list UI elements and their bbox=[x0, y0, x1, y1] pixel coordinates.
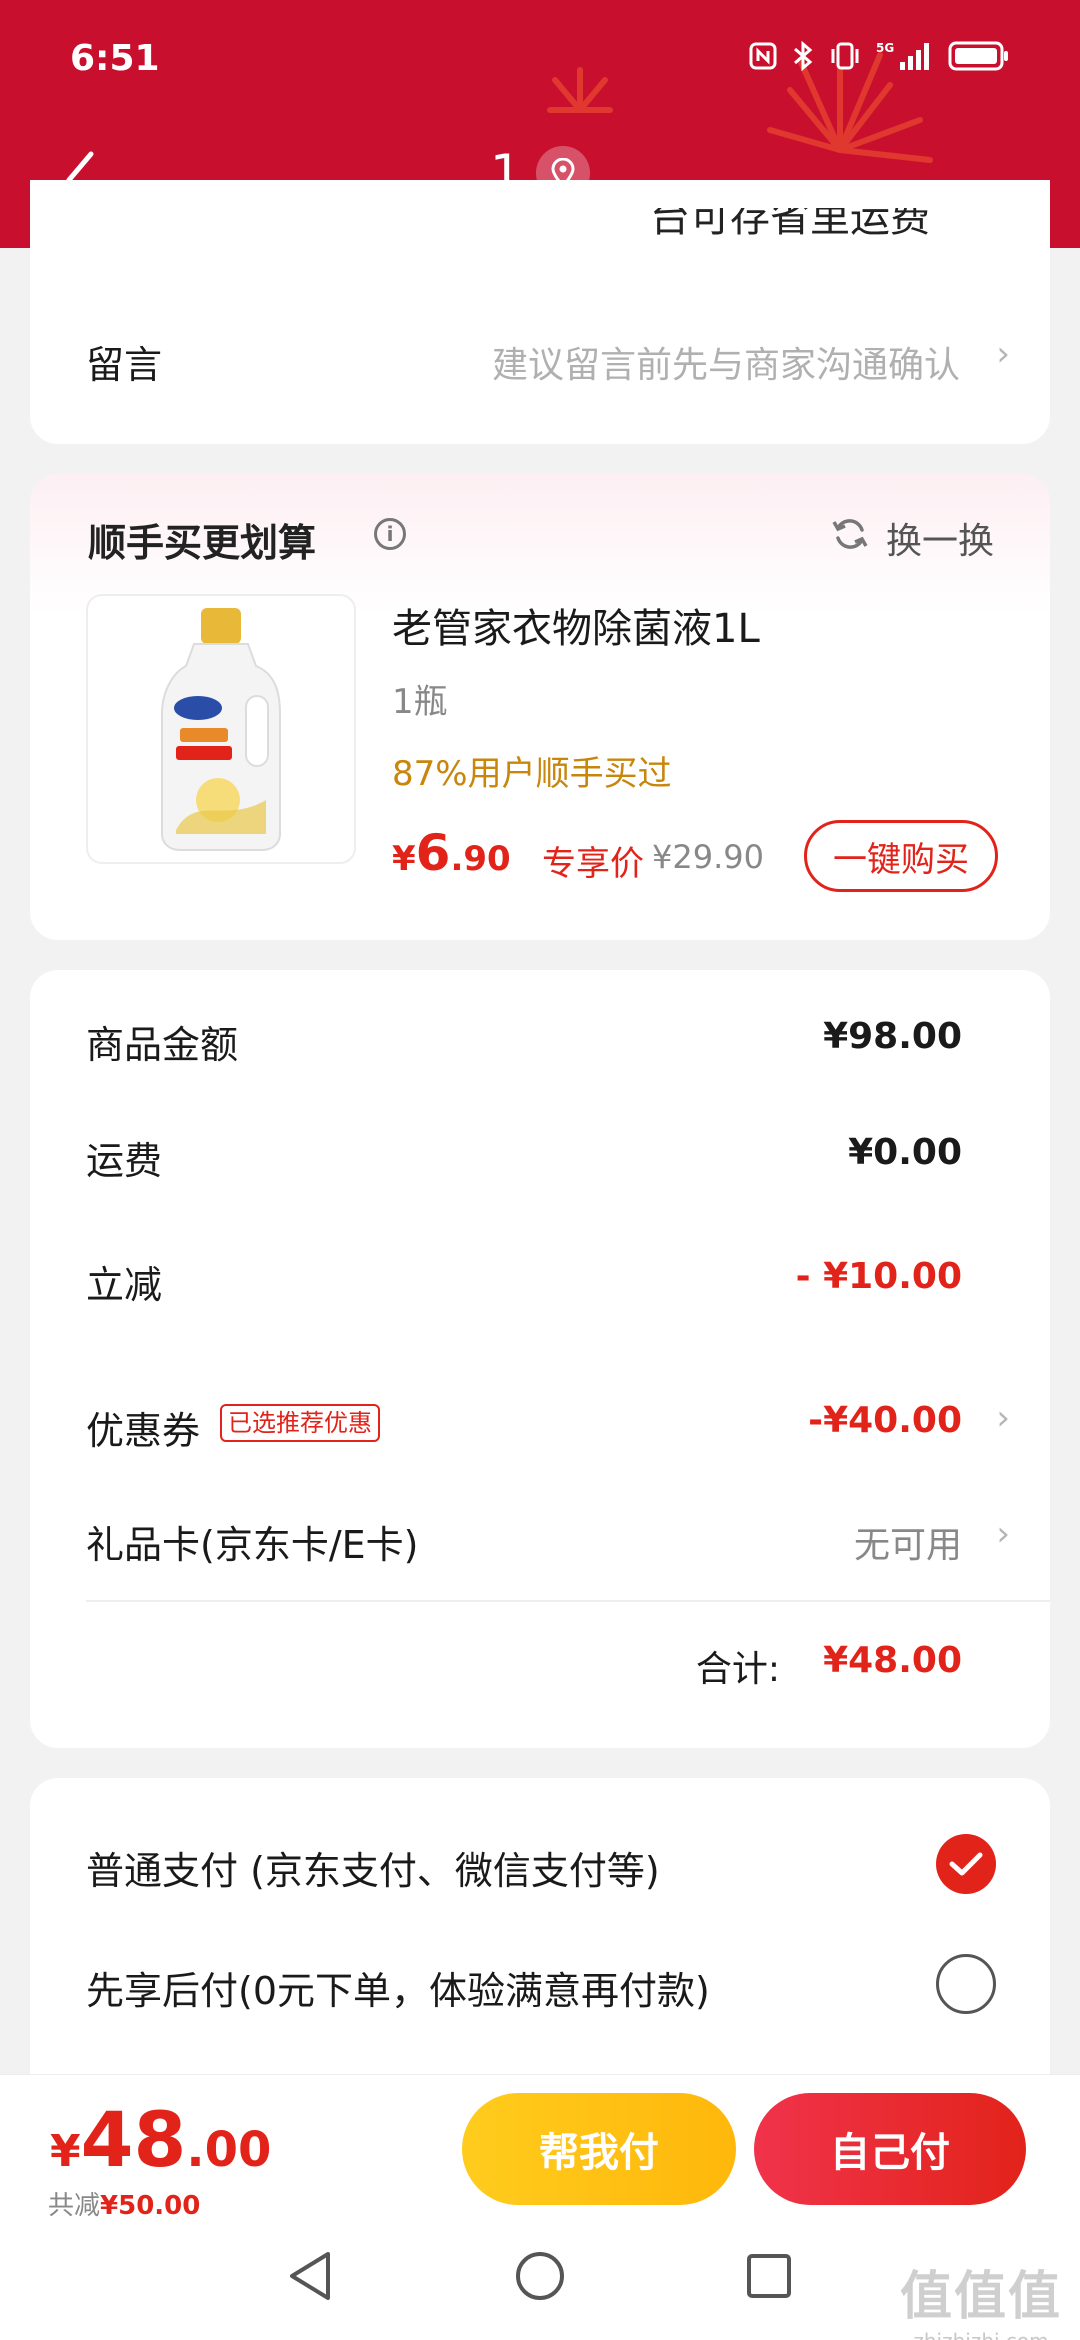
summary-divider bbox=[86, 1600, 1050, 1602]
watermark-url: zhizhizhi.com bbox=[900, 2329, 1062, 2340]
bottom-total-price: ¥48.00 bbox=[50, 2095, 271, 2184]
product-image[interactable] bbox=[86, 594, 356, 864]
giftcard-chevron-icon: › bbox=[996, 1514, 1010, 1554]
pay-myself-button[interactable]: 自己付 bbox=[754, 2093, 1026, 2205]
instant-discount-value: - ¥10.00 bbox=[795, 1256, 962, 1297]
message-chevron-icon: › bbox=[996, 334, 1010, 374]
nav-back-icon[interactable] bbox=[284, 2246, 334, 2306]
detergent-bottle-icon bbox=[161, 608, 281, 851]
coupon-value[interactable]: -¥40.00 bbox=[808, 1400, 962, 1441]
product-price: ¥6.90 bbox=[392, 824, 511, 882]
price-dec: .90 bbox=[450, 839, 511, 879]
watermark: 值值值 zhizhizhi.com bbox=[900, 2254, 1062, 2340]
product-qty: 1瓶 bbox=[392, 682, 448, 722]
refresh-icon[interactable] bbox=[830, 514, 870, 554]
shipping-value: ¥0.00 bbox=[848, 1132, 962, 1173]
product-social-proof: 87%用户顺手买过 bbox=[392, 754, 672, 794]
shipping-label: 运费 bbox=[86, 1139, 163, 1183]
watermark-logo: 值值值 bbox=[899, 2267, 1062, 2327]
nav-recents-icon[interactable] bbox=[744, 2246, 794, 2306]
total-label: 合计: bbox=[695, 1649, 780, 1690]
payment-option-normal-radio[interactable] bbox=[936, 1834, 996, 1894]
bottom-price-currency: ¥ bbox=[50, 2126, 81, 2177]
upsell-title: 顺手买更划算 bbox=[88, 521, 317, 565]
message-label: 留言 bbox=[86, 343, 163, 387]
original-price: ¥29.90 bbox=[652, 838, 764, 876]
coupon-tag: 已选推荐优惠 bbox=[220, 1404, 380, 1442]
payment-method-card: 普通支付 (京东支付、微信支付等) 先享后付(0元下单，体验满意再付款) bbox=[30, 1778, 1050, 2078]
info-icon[interactable]: i bbox=[374, 518, 406, 550]
header-overlay bbox=[0, 0, 1080, 248]
help-me-pay-button[interactable]: 帮我付 bbox=[462, 2093, 736, 2205]
one-click-buy-button[interactable]: 一键购买 bbox=[804, 820, 998, 892]
price-int: 6 bbox=[415, 824, 451, 882]
coupon-label: 优惠券 bbox=[86, 1409, 201, 1453]
price-currency: ¥ bbox=[392, 839, 416, 879]
bottom-price-int: 48 bbox=[80, 2095, 187, 2184]
message-input[interactable]: 建议留言前先与商家沟通确认 bbox=[492, 336, 960, 388]
coupon-chevron-icon: › bbox=[996, 1398, 1010, 1438]
goods-amount-value: ¥98.00 bbox=[823, 1016, 962, 1057]
total-value: ¥48.00 bbox=[823, 1640, 962, 1681]
payment-option-later-radio[interactable] bbox=[936, 1954, 996, 2014]
goods-amount-label: 商品金额 bbox=[86, 1023, 239, 1067]
saved-label: 共减 bbox=[48, 2191, 101, 2221]
product-name[interactable]: 老管家衣物除菌液1L bbox=[392, 596, 760, 654]
bottom-price-dec: .00 bbox=[186, 2122, 272, 2178]
upsell-card: 顺手买更划算 i 换一换 老管家衣物除菌液1L 1瓶 87%用户顺手买过 ¥6.… bbox=[30, 474, 1050, 940]
total-saved: 共减¥50.00 bbox=[48, 2185, 200, 2222]
order-summary-card: 商品金额 ¥98.00 运费 ¥0.00 立减 - ¥10.00 优惠券 已选推… bbox=[30, 970, 1050, 1748]
giftcard-value[interactable]: 无可用 bbox=[854, 1516, 962, 1568]
saved-value: ¥50.00 bbox=[100, 2191, 201, 2221]
giftcard-label: 礼品卡(京东卡/E卡) bbox=[86, 1523, 419, 1567]
nav-home-icon[interactable] bbox=[512, 2246, 568, 2306]
payment-option-normal[interactable]: 普通支付 (京东支付、微信支付等) bbox=[86, 1840, 660, 1895]
payment-option-later[interactable]: 先享后付(0元下单，体验满意再付款) bbox=[86, 1960, 710, 2015]
checkmark-icon bbox=[949, 1852, 983, 1876]
bottom-action-bar: ¥48.00 共减¥50.00 帮我付 自己付 bbox=[0, 2074, 1080, 2226]
exclusive-price-label: 专享价 bbox=[542, 844, 644, 884]
swap-button[interactable]: 换一换 bbox=[886, 512, 994, 564]
instant-discount-label: 立减 bbox=[86, 1263, 163, 1307]
system-nav-bar: 值值值 zhizhizhi.com bbox=[0, 2226, 1080, 2340]
